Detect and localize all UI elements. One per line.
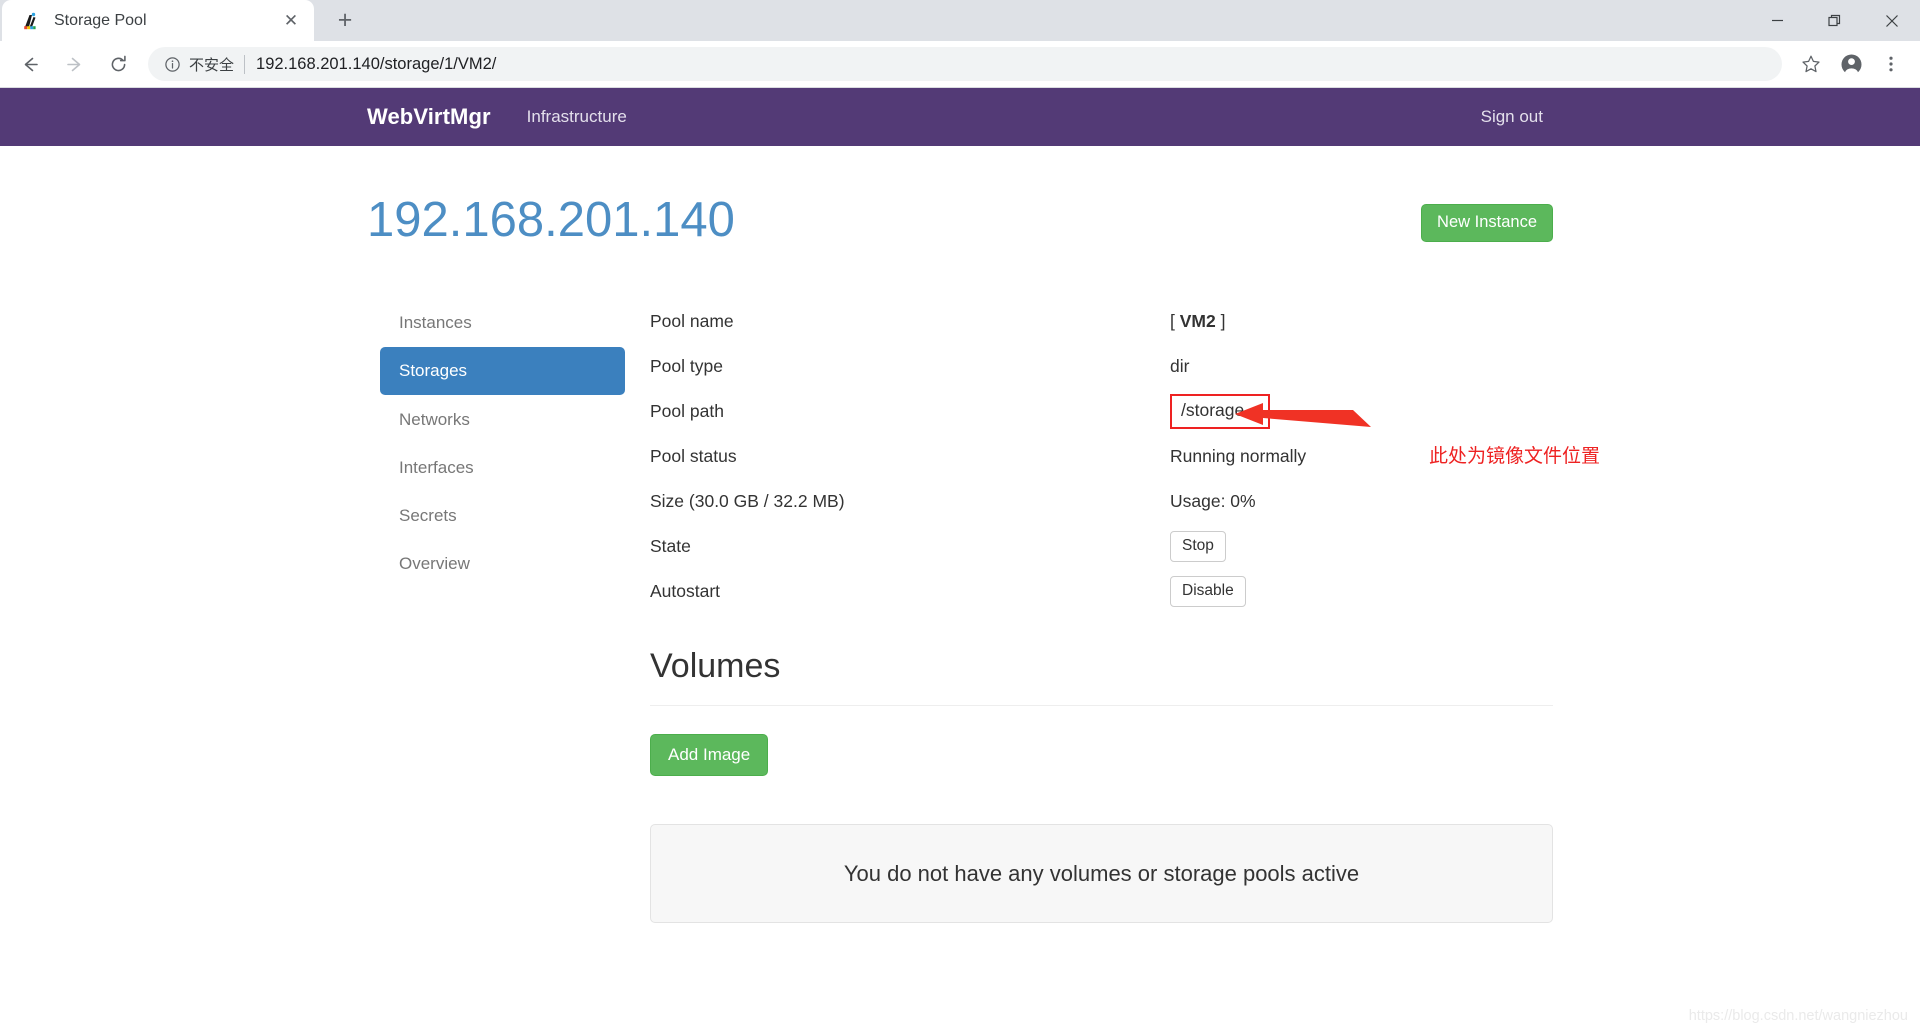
- autostart-value-wrap: Disable: [1170, 576, 1553, 607]
- nav-item-infrastructure[interactable]: Infrastructure: [521, 107, 633, 127]
- pool-path-value-wrap: /storage: [1170, 394, 1553, 429]
- close-tab-icon[interactable]: ✕: [278, 8, 304, 34]
- volumes-empty-state: You do not have any volumes or storage p…: [650, 824, 1553, 924]
- detail-row-size: Size (30.0 GB / 32.2 MB) Usage: 0%: [650, 479, 1553, 524]
- pool-path-highlight: /storage: [1170, 394, 1271, 429]
- pool-name-bracket-open: [: [1170, 311, 1180, 331]
- volumes-heading: Volumes: [650, 647, 781, 685]
- detail-row-pool-type: Pool type dir: [650, 344, 1553, 389]
- content-container: 192.168.201.140 New Instance Instances S…: [367, 146, 1600, 924]
- page-viewport: WebVirtMgr Infrastructure Sign out 192.1…: [0, 88, 1920, 1030]
- new-tab-button[interactable]: +: [328, 3, 362, 37]
- tab-strip: Storage Pool ✕ +: [0, 0, 1920, 41]
- browser-menu-icon[interactable]: [1872, 45, 1910, 83]
- volumes-section: Volumes Add Image You do not have any vo…: [650, 647, 1553, 924]
- pool-status-value: Running normally: [1170, 446, 1307, 466]
- detail-row-pool-path: Pool path /storage: [650, 389, 1553, 434]
- security-status-text: 不安全: [189, 56, 235, 74]
- reload-icon[interactable]: [98, 44, 138, 84]
- app-navbar: WebVirtMgr Infrastructure Sign out: [0, 88, 1920, 146]
- pool-name-text: VM2: [1179, 311, 1216, 331]
- detail-row-pool-name: Pool name [ VM2 ]: [650, 299, 1553, 344]
- profile-avatar-icon[interactable]: [1832, 45, 1870, 83]
- sign-out-link[interactable]: Sign out: [1481, 107, 1543, 127]
- detail-row-pool-status: Pool status Running normally: [650, 434, 1553, 479]
- browser-toolbar: 不安全 192.168.201.140/storage/1/VM2/: [0, 41, 1920, 88]
- pool-type-value: dir: [1170, 356, 1190, 376]
- close-window-icon[interactable]: [1863, 0, 1920, 41]
- detail-row-state: State Stop: [650, 524, 1553, 569]
- webvirtmgr-favicon-icon: [20, 11, 40, 31]
- address-bar[interactable]: 不安全 192.168.201.140/storage/1/VM2/: [148, 47, 1782, 81]
- volumes-empty-message: You do not have any volumes or storage p…: [843, 860, 1360, 886]
- sidebar-nav: Instances Storages Networks Interfaces S…: [367, 299, 625, 923]
- browser-window: Storage Pool ✕ + 不安全 192.168.201.140/sto…: [0, 0, 1920, 1030]
- new-instance-button[interactable]: New Instance: [1421, 204, 1553, 242]
- omnibox-divider: [244, 54, 246, 74]
- pool-name-value: [ VM2 ]: [1170, 311, 1553, 332]
- brand-logo[interactable]: WebVirtMgr: [367, 104, 491, 130]
- tab-title: Storage Pool: [54, 11, 147, 29]
- url-text: 192.168.201.140/storage/1/VM2/: [256, 54, 497, 73]
- stop-button[interactable]: Stop: [1170, 531, 1226, 562]
- window-controls: [1749, 0, 1920, 41]
- maximize-icon[interactable]: [1806, 0, 1863, 41]
- sidebar-item-instances[interactable]: Instances: [380, 299, 625, 346]
- autostart-label: Autostart: [650, 581, 721, 601]
- sidebar-item-storages[interactable]: Storages: [380, 347, 625, 395]
- usage-value: Usage: 0%: [1170, 491, 1256, 511]
- pool-name-bracket-close: ]: [1215, 311, 1226, 331]
- state-value-wrap: Stop: [1170, 531, 1553, 562]
- watermark-text: https://blog.csdn.net/wangniezhou: [1688, 1008, 1908, 1024]
- pool-status-label: Pool status: [650, 446, 737, 466]
- volumes-divider: [650, 705, 1553, 707]
- browser-tab[interactable]: Storage Pool ✕: [2, 0, 314, 41]
- back-icon[interactable]: [10, 44, 50, 84]
- sidebar-item-networks[interactable]: Networks: [380, 396, 625, 443]
- main-row: Instances Storages Networks Interfaces S…: [367, 299, 1600, 924]
- sidebar-item-overview[interactable]: Overview: [380, 540, 625, 587]
- pool-path-label: Pool path: [650, 401, 724, 421]
- forward-icon[interactable]: [54, 44, 94, 84]
- toolbar-actions: [1790, 45, 1910, 83]
- size-label: Size (30.0 GB / 32.2 MB): [650, 491, 845, 511]
- pool-name-label: Pool name: [650, 311, 734, 331]
- pool-type-label: Pool type: [650, 356, 723, 376]
- sidebar-item-secrets[interactable]: Secrets: [380, 492, 625, 539]
- detail-row-autostart: Autostart Disable: [650, 569, 1553, 614]
- state-label: State: [650, 536, 691, 556]
- minimize-icon[interactable]: [1749, 0, 1806, 41]
- add-image-button[interactable]: Add Image: [650, 734, 769, 777]
- pool-detail-panel: Pool name [ VM2 ] Pool type dir Pool pat…: [625, 299, 1600, 924]
- page-header: 192.168.201.140 New Instance: [367, 186, 1553, 268]
- bookmark-star-icon[interactable]: [1792, 45, 1830, 83]
- info-circle-icon[interactable]: [164, 56, 181, 73]
- page-title: 192.168.201.140: [367, 193, 735, 247]
- disable-button[interactable]: Disable: [1170, 576, 1246, 607]
- sidebar-item-interfaces[interactable]: Interfaces: [380, 444, 625, 491]
